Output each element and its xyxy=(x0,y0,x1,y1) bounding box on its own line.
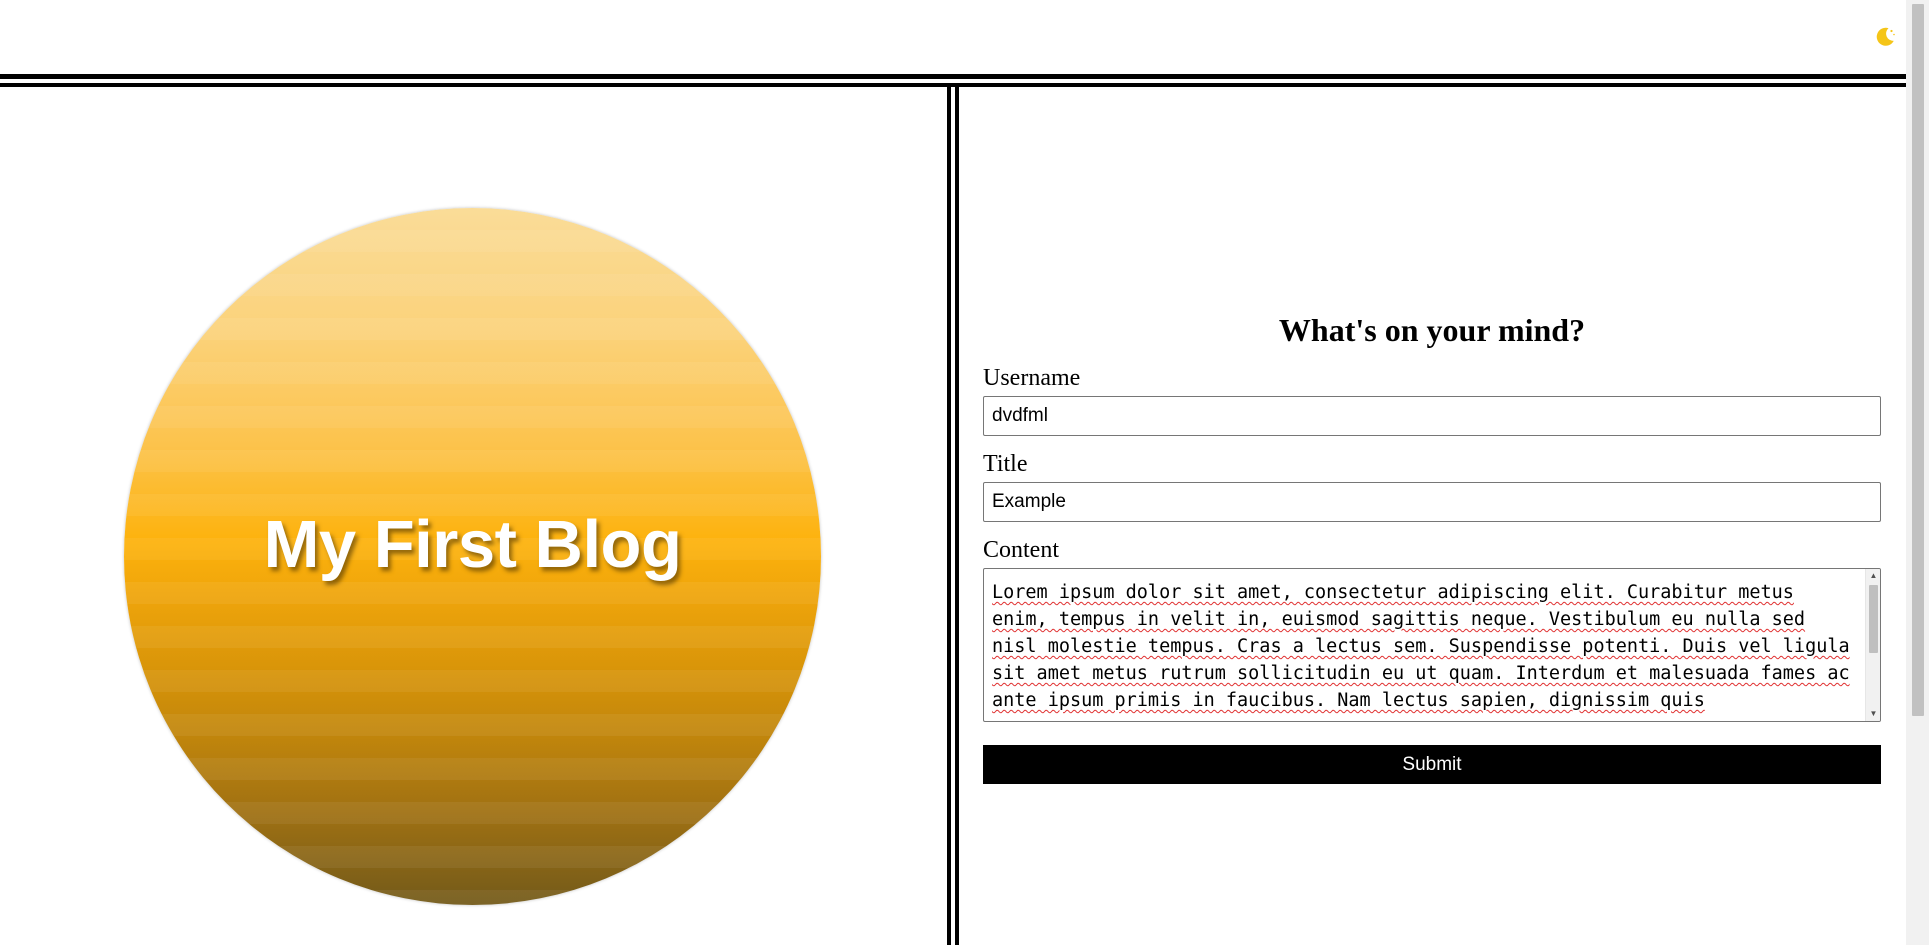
content-textarea[interactable]: Lorem ipsum dolor sit amet, consectetur … xyxy=(983,568,1881,722)
content-text[interactable]: Lorem ipsum dolor sit amet, consectetur … xyxy=(984,569,1880,714)
page-scrollbar[interactable] xyxy=(1906,0,1929,945)
moon-icon xyxy=(1876,27,1895,46)
title-input[interactable] xyxy=(983,482,1881,522)
new-post-form: What's on your mind? Username Title Cont… xyxy=(983,300,1881,784)
submit-button[interactable]: Submit xyxy=(983,745,1881,784)
page-scroll-thumb[interactable] xyxy=(1912,4,1924,716)
content-label: Content xyxy=(983,537,1059,563)
textarea-scroll-thumb[interactable] xyxy=(1869,585,1878,653)
blog-title: My First Blog xyxy=(263,507,682,582)
textarea-scrollbar[interactable]: ▲ ▼ xyxy=(1865,569,1880,721)
blog-page: My First Blog What's on your mind? Usern… xyxy=(0,0,1929,945)
blog-logo-circle: My First Blog xyxy=(124,208,821,905)
top-bar xyxy=(0,0,1906,74)
username-input[interactable] xyxy=(983,396,1881,436)
column-divider-right xyxy=(955,87,959,945)
header-divider-bottom xyxy=(0,83,1906,87)
scroll-up-arrow-icon[interactable]: ▲ xyxy=(1866,569,1880,583)
title-label: Title xyxy=(983,451,1028,477)
form-heading: What's on your mind? xyxy=(1278,312,1586,348)
theme-toggle[interactable] xyxy=(1870,22,1900,52)
username-label: Username xyxy=(983,365,1081,391)
scroll-down-arrow-icon[interactable]: ▼ xyxy=(1866,707,1880,721)
header-divider-top xyxy=(0,74,1906,79)
column-divider-left xyxy=(947,87,951,945)
